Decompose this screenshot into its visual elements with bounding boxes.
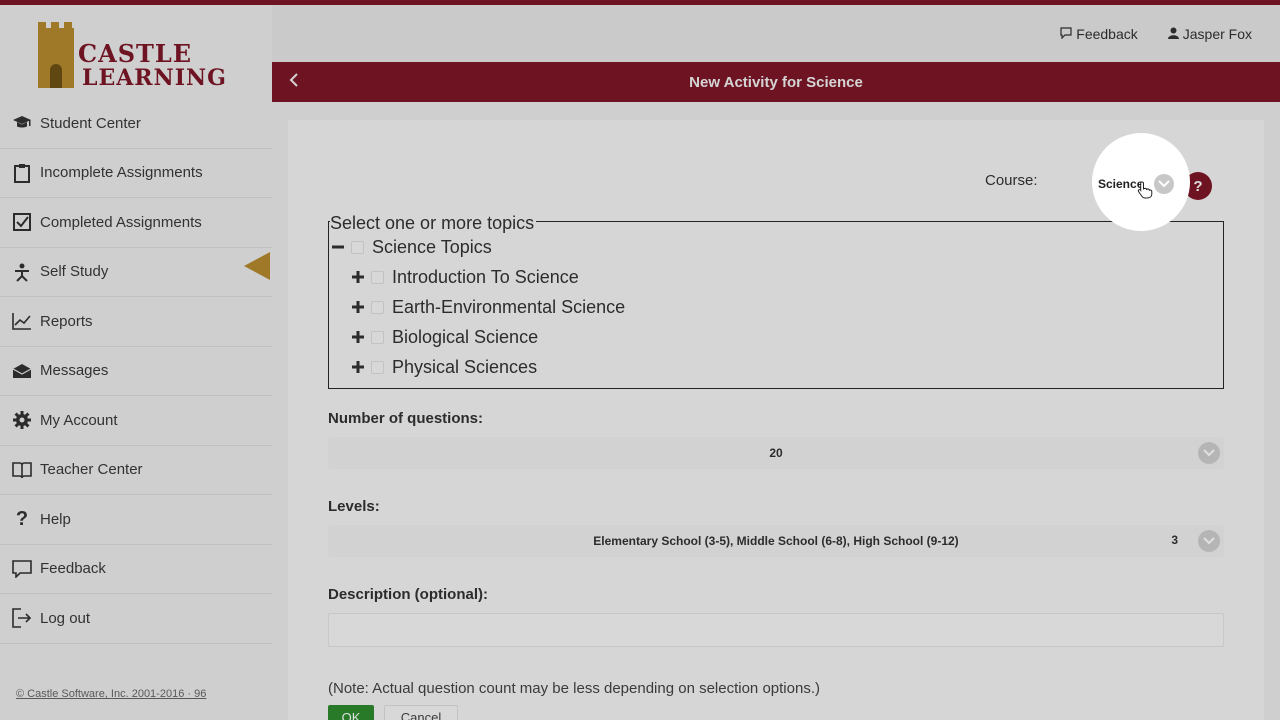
topic-label: Science Topics (372, 236, 492, 257)
levels-label: Levels: (328, 498, 380, 515)
sidebar-item-label: My Account (40, 411, 118, 429)
sidebar-item-label: Reports (40, 312, 93, 330)
expand-icon[interactable] (351, 360, 365, 374)
self-study-icon (12, 262, 32, 282)
collapse-icon[interactable] (331, 240, 345, 254)
clipboard-icon (12, 163, 32, 183)
logo-line2: LEARNING (82, 65, 227, 91)
chevron-down-icon (1198, 442, 1220, 464)
num-questions-label: Number of questions: (328, 410, 484, 427)
sidebar-item-label: Teacher Center (40, 461, 143, 479)
course-select[interactable]: Science (1094, 170, 1176, 198)
book-icon (12, 460, 32, 480)
panel-header: New Activity for Science (272, 62, 1280, 102)
sidebar: CASTLE LEARNING Student Center Incomplet… (0, 5, 272, 720)
feedback-link[interactable]: Feedback (1060, 26, 1138, 42)
gear-icon (12, 410, 32, 430)
topic-label: Earth-Environmental Science (392, 296, 626, 317)
expand-icon[interactable] (351, 270, 365, 284)
tree-row: Physical Sciences (351, 354, 537, 380)
topic-label: Biological Science (392, 326, 539, 347)
page-title: New Activity for Science (689, 73, 863, 91)
question-count-note: (Note: Actual question count may be less… (328, 680, 820, 697)
sidebar-item-my-account[interactable]: My Account (0, 396, 272, 446)
user-menu-link[interactable]: Jasper Fox (1167, 26, 1252, 42)
sidebar-item-student-center[interactable]: Student Center (0, 99, 272, 149)
levels-value: Elementary School (3-5), Middle School (… (593, 534, 959, 548)
sidebar-item-label: Messages (40, 362, 109, 380)
topic-checkbox[interactable] (371, 330, 384, 344)
sidebar-item-label: Help (40, 510, 71, 528)
active-item-marker (244, 252, 270, 280)
sidebar-item-log-out[interactable]: Log out (0, 594, 272, 644)
topic-checkbox[interactable] (371, 300, 384, 314)
user-icon (1167, 26, 1179, 42)
checkbox-icon (12, 212, 32, 232)
topic-checkbox[interactable] (351, 240, 364, 254)
cancel-button[interactable]: Cancel (384, 705, 458, 720)
top-links: Feedback Jasper Fox (1060, 26, 1252, 42)
chart-line-icon (12, 311, 32, 331)
castle-tower-icon (38, 22, 74, 88)
sidebar-item-label: Feedback (40, 560, 106, 578)
sidebar-item-incomplete-assignments[interactable]: Incomplete Assignments (0, 149, 272, 198)
sidebar-item-label: Student Center (40, 114, 141, 132)
sidebar-item-messages[interactable]: Messages (0, 347, 272, 396)
description-label: Description (optional): (328, 586, 488, 603)
copyright-link[interactable]: © Castle Software, Inc. 2001-2016 · 96 (16, 688, 206, 700)
hand-cursor-icon (1137, 181, 1153, 204)
sidebar-item-self-study[interactable]: Self Study (0, 248, 272, 297)
logout-icon (12, 608, 32, 629)
sidebar-item-reports[interactable]: Reports (0, 297, 272, 347)
topics-legend: Select one or more topics (330, 213, 537, 234)
ok-button[interactable]: OK (328, 705, 374, 720)
comment-icon (1060, 26, 1072, 42)
expand-icon[interactable] (351, 330, 365, 344)
sidebar-item-completed-assignments[interactable]: Completed Assignments (0, 198, 272, 248)
tree-row-root: Science Topics (331, 234, 492, 260)
topics-fieldset: Select one or more topics Science Topics… (328, 213, 1224, 389)
graduation-cap-icon (12, 113, 32, 133)
num-questions-value: 20 (769, 446, 783, 460)
description-input[interactable] (328, 613, 1224, 647)
sidebar-item-label: Self Study (40, 263, 109, 281)
tree-row: Earth-Environmental Science (351, 294, 625, 320)
sidebar-item-feedback[interactable]: Feedback (0, 545, 272, 594)
levels-select[interactable]: Elementary School (3-5), Middle School (… (328, 525, 1224, 557)
envelope-icon (12, 361, 32, 381)
course-label: Course: (985, 172, 1038, 189)
feedback-label: Feedback (1076, 26, 1138, 42)
expand-icon[interactable] (351, 300, 365, 314)
chevron-down-icon (1198, 530, 1220, 552)
sidebar-item-label: Completed Assignments (40, 213, 202, 231)
castle-learning-logo[interactable]: CASTLE LEARNING (38, 22, 226, 95)
topic-checkbox[interactable] (371, 360, 384, 374)
num-questions-select[interactable]: 20 (328, 437, 1224, 469)
logo-line1: CASTLE (78, 39, 193, 68)
sidebar-item-label: Log out (40, 609, 91, 627)
user-name: Jasper Fox (1182, 26, 1252, 42)
sidebar-item-teacher-center[interactable]: Teacher Center (0, 446, 272, 495)
topic-label: Introduction To Science (392, 266, 579, 287)
topic-checkbox[interactable] (371, 270, 384, 284)
tree-row: Biological Science (351, 324, 538, 350)
chevron-left-icon (289, 73, 299, 91)
levels-count-badge: 3 (1171, 533, 1178, 547)
sidebar-item-help[interactable]: ? Help (0, 495, 272, 545)
tree-row: Introduction To Science (351, 264, 579, 290)
sidebar-nav: Student Center Incomplete Assignments Co… (0, 99, 272, 644)
chevron-down-icon (1154, 174, 1174, 194)
question-icon: ? (15, 507, 29, 530)
sidebar-item-label: Incomplete Assignments (40, 164, 203, 182)
back-button[interactable] (282, 70, 306, 94)
comment-icon (12, 559, 32, 579)
topic-label: Physical Sciences (392, 356, 538, 377)
